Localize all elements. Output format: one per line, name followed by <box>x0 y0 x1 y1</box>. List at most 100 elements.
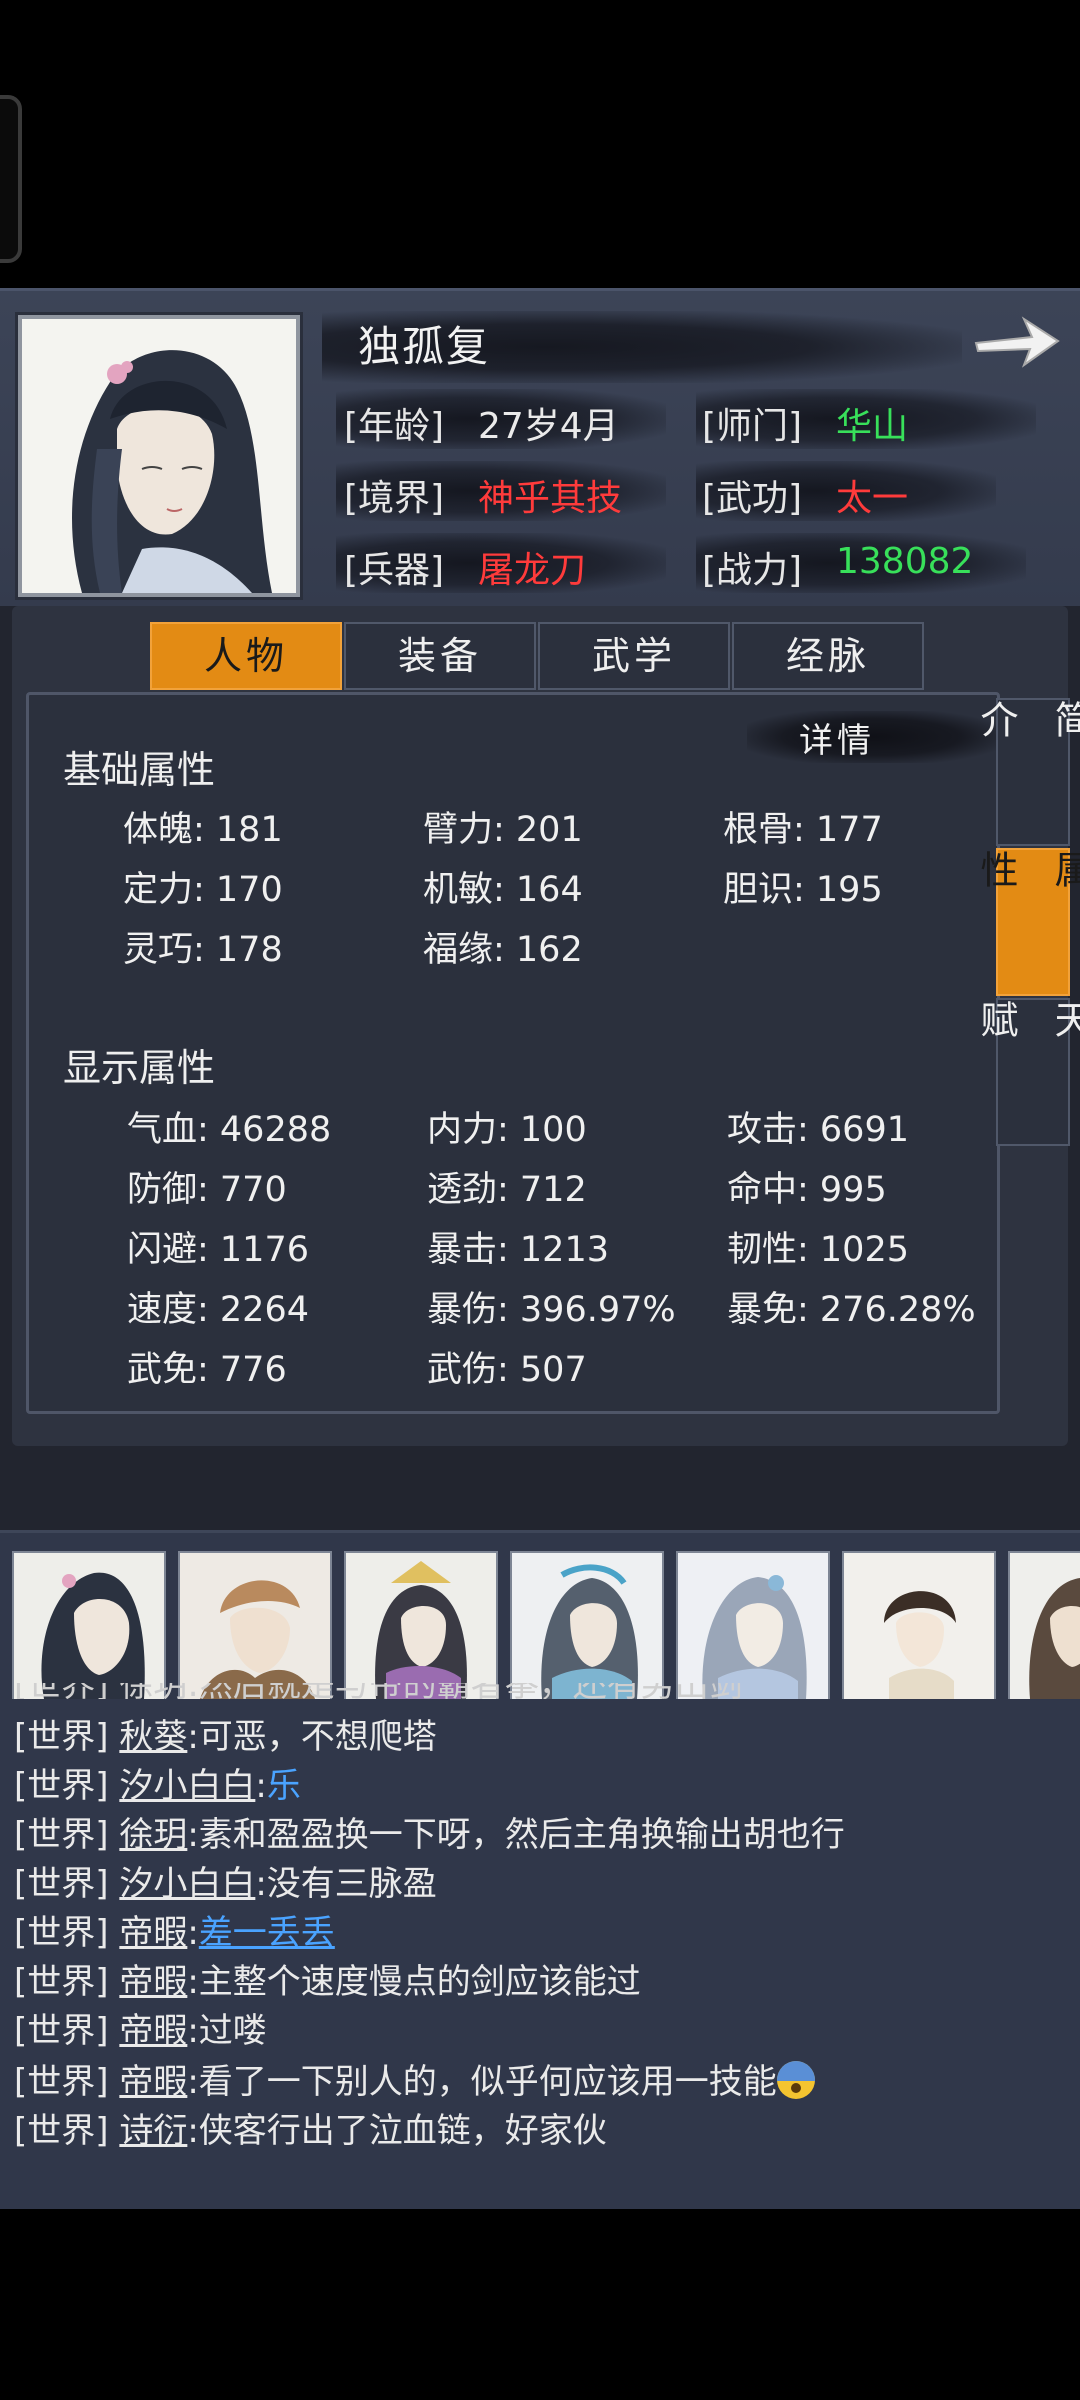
stat-fortune: 福缘: 162 <box>423 930 583 970</box>
power-label: [战力] <box>702 550 803 591</box>
stat-penetration: 透劲: 712 <box>427 1170 587 1210</box>
side-tab-talents-label: 天赋 <box>974 1000 1080 1074</box>
chat-message: :素和盈盈换一下呀，然后主角换输出胡也行 <box>187 1815 845 1855</box>
chat-partial-line: [世界] 徐玥:然后就是与帝的霸者拳，还有男出剑 <box>14 1683 774 1699</box>
party-avatar[interactable] <box>676 1551 830 1699</box>
stat-internal-power: 内力: 100 <box>427 1110 587 1150</box>
sect-label: [师门] <box>702 406 803 447</box>
chat-user[interactable]: 帝暇 <box>119 1913 187 1953</box>
chat-channel: [世界] <box>14 1717 109 1757</box>
main-panel: 人物 装备 武学 经脉 详情 基础属性 体魄: 181 臂力: 201 根骨: … <box>0 606 1080 1530</box>
chat-partial-text: [世界] 徐玥:然后就是与帝的霸者拳，还有男出剑 <box>14 1683 743 1699</box>
stat-courage: 胆识: 195 <box>723 870 883 910</box>
chat-line: [世界] 帝暇:主整个速度慢点的剑应该能过 <box>14 1954 641 2003</box>
sect-value: 华山 <box>836 406 909 447</box>
party-avatar[interactable] <box>1008 1551 1080 1699</box>
info-row-3: [兵器] 屠龙刀 [战力] 138082 <box>336 533 1056 593</box>
chat-channel: [世界] <box>14 2011 109 2051</box>
chat-line: [世界] 帝暇:看了一下别人的，似乎何应该用一技能 <box>14 2054 815 2103</box>
character-portrait <box>18 315 300 597</box>
chat-channel: [世界] <box>14 1766 109 1806</box>
info-row-1: [年龄] 27岁4月 [师门] 华山 <box>336 389 1056 449</box>
chat-channel: [世界] <box>14 1962 109 2002</box>
party-avatar[interactable] <box>178 1551 332 1699</box>
avatar-illustration <box>678 1553 828 1699</box>
stat-arm-strength: 臂力: 201 <box>423 810 583 850</box>
tab-equipment[interactable]: 装备 <box>344 622 536 690</box>
stat-agility: 机敏: 164 <box>423 870 583 910</box>
tab-martial-arts[interactable]: 武学 <box>538 622 730 690</box>
stat-attack: 攻击: 6691 <box>727 1110 909 1150</box>
chat-user[interactable]: 诗衍 <box>119 2111 187 2151</box>
tab-meridians[interactable]: 经脉 <box>732 622 924 690</box>
chat-user[interactable]: 汐小白白 <box>119 1766 255 1806</box>
chat-channel: [世界] <box>14 1913 109 1953</box>
side-tab-intro[interactable]: 简介 <box>974 698 1080 846</box>
stat-martial-resist: 武免: 776 <box>127 1350 287 1390</box>
chat-channel: [世界] <box>14 1864 109 1904</box>
realm-label: [境界] <box>344 478 445 519</box>
chat-line: [世界] 诗衍:侠客行出了泣血链，好家伙 <box>14 2103 607 2152</box>
avatar-illustration <box>346 1553 496 1699</box>
chat-channel: [世界] <box>14 2111 109 2151</box>
chat-message: 乐 <box>266 1766 301 1806</box>
martial-label: [武功] <box>702 478 803 519</box>
chat-channel: [世界] <box>14 1815 109 1855</box>
chat-line: [世界] 帝暇:过喽 <box>14 2003 267 2052</box>
chat-line: [世界] 徐玥:素和盈盈换一下呀，然后主角换输出胡也行 <box>14 1807 845 1856</box>
stat-dexterity: 灵巧: 178 <box>123 930 283 970</box>
stat-crit-damage: 暴伤: 396.97% <box>427 1290 676 1330</box>
weapon-label: [兵器] <box>344 550 445 591</box>
party-avatar[interactable] <box>344 1551 498 1699</box>
chat-user[interactable]: 徐玥 <box>119 1815 187 1855</box>
portrait-illustration <box>22 319 296 593</box>
party-avatar[interactable] <box>842 1551 996 1699</box>
details-button[interactable]: 详情 <box>799 713 875 762</box>
side-tab-attributes[interactable]: 属性 <box>974 848 1080 996</box>
chat-message: :没有三脉盈 <box>255 1864 437 1904</box>
stat-martial-damage: 武伤: 507 <box>427 1350 587 1390</box>
chat-message: :过喽 <box>187 2011 267 2051</box>
chat-user[interactable]: 帝暇 <box>119 1962 187 2002</box>
stat-focus: 定力: 170 <box>123 870 283 910</box>
chat-message: :看了一下别人的，似乎何应该用一技能 <box>187 2062 777 2102</box>
chat-user[interactable]: 汐小白白 <box>119 1864 255 1904</box>
chat-line: [世界] 秋葵:可恶，不想爬塔 <box>14 1709 437 1758</box>
chat-channel: [世界] <box>14 2062 109 2102</box>
avatar-illustration <box>180 1553 330 1699</box>
stat-physique: 体魄: 181 <box>123 810 283 850</box>
power-value: 138082 <box>836 541 974 582</box>
chat-line: [世界] 汐小白白:没有三脉盈 <box>14 1856 437 1905</box>
stat-defense: 防御: 770 <box>127 1170 287 1210</box>
age-label: [年龄] <box>344 406 445 447</box>
chat-message: :主整个速度慢点的剑应该能过 <box>187 1962 641 2002</box>
stat-bone: 根骨: 177 <box>723 810 883 850</box>
next-character-button[interactable] <box>968 307 1064 377</box>
chat-line: [世界] 汐小白白:乐 <box>14 1766 301 1806</box>
display-attributes-title: 显示属性 <box>63 1046 216 1090</box>
chat-message-link[interactable]: 差一丢丢 <box>199 1913 335 1953</box>
chat-user[interactable]: 帝暇 <box>119 2011 187 2051</box>
stat-crit: 暴击: 1213 <box>427 1230 609 1270</box>
arrow-right-icon <box>974 316 1060 368</box>
stat-crit-resist: 暴免: 276.28% <box>727 1290 976 1330</box>
side-tab-intro-label: 简介 <box>974 700 1080 774</box>
party-avatar-strip[interactable] <box>12 1551 1080 1699</box>
stat-dodge: 闪避: 1176 <box>127 1230 309 1270</box>
chat-line: [世界] 帝暇:差一丢丢 <box>14 1913 335 1953</box>
side-tab-attributes-label: 属性 <box>974 850 1080 924</box>
avatar-illustration <box>14 1553 164 1699</box>
chat-message: :侠客行出了泣血链，好家伙 <box>187 2111 607 2151</box>
party-avatar[interactable] <box>510 1551 664 1699</box>
edge-handle[interactable] <box>0 95 22 263</box>
martial-value: 太一 <box>836 478 909 519</box>
party-avatar[interactable] <box>12 1551 166 1699</box>
chat-user[interactable]: 秋葵 <box>119 1717 187 1757</box>
character-header: 独孤复 [年龄] 27岁4月 [师门] 华山 [境界] 神乎其技 [武功] 太一… <box>0 288 1080 607</box>
avatar-illustration <box>512 1553 662 1699</box>
tab-character[interactable]: 人物 <box>150 622 342 690</box>
realm-value: 神乎其技 <box>478 478 623 519</box>
side-tab-talents[interactable]: 天赋 <box>974 998 1080 1146</box>
info-row-2: [境界] 神乎其技 [武功] 太一 <box>336 461 1056 521</box>
chat-user[interactable]: 帝暇 <box>119 2062 187 2102</box>
